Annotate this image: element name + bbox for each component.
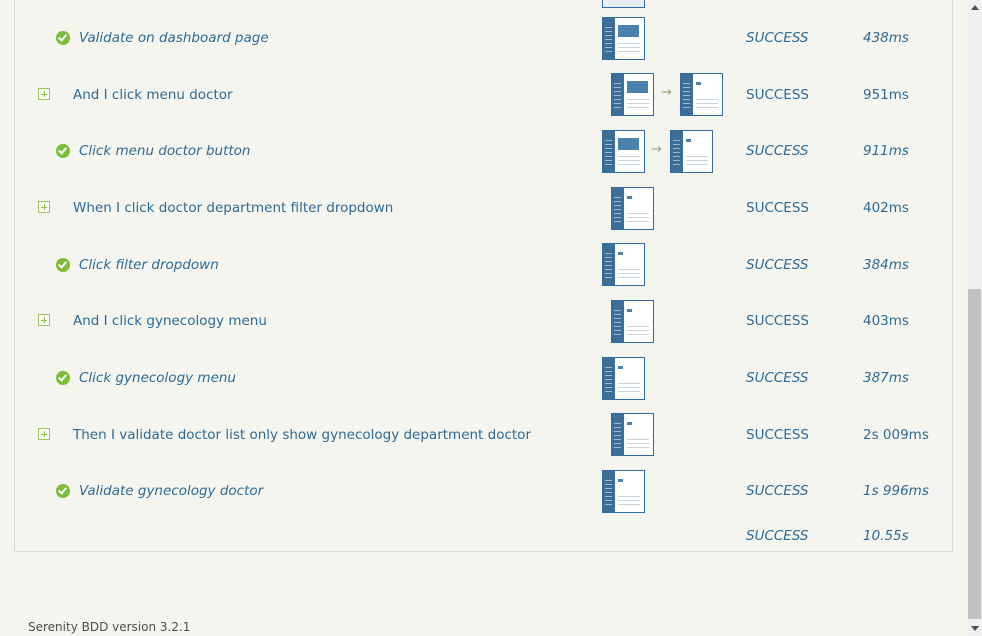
- success-check-icon: [56, 371, 70, 385]
- screenshot-thumbnail-partial[interactable]: [602, 0, 645, 8]
- success-check-icon: [56, 31, 70, 45]
- success-check-icon: [56, 144, 70, 158]
- expand-step-icon[interactable]: [38, 314, 50, 326]
- step-duration: 2s 009ms: [863, 427, 929, 443]
- step-status: SUCCESS: [746, 200, 809, 216]
- step-duration: 403ms: [863, 313, 909, 329]
- total-duration: 10.55s: [863, 528, 909, 544]
- step-duration: 387ms: [863, 370, 909, 386]
- step-label: Then I validate doctor list only show gy…: [73, 427, 531, 443]
- step-status: SUCCESS: [746, 143, 809, 159]
- sub-step-label: Click filter dropdown: [79, 257, 219, 273]
- screenshot-thumbnail[interactable]: [611, 187, 654, 230]
- step-status: SUCCESS: [746, 370, 809, 386]
- sub-step-label: Click menu doctor button: [79, 143, 251, 159]
- step-label: And I click menu doctor: [73, 87, 233, 103]
- step-status: SUCCESS: [746, 30, 809, 46]
- step-status: SUCCESS: [746, 257, 809, 273]
- success-check-icon: [56, 258, 70, 272]
- screenshot-thumbnail[interactable]: [680, 73, 723, 116]
- scrollbar-thumb[interactable]: [968, 289, 981, 619]
- screenshot-thumbnail[interactable]: [611, 413, 654, 456]
- step-duration: 402ms: [863, 200, 909, 216]
- screenshot-thumbnail[interactable]: [602, 17, 645, 60]
- expand-step-icon[interactable]: [38, 428, 50, 440]
- success-check-icon: [56, 484, 70, 498]
- step-label: When I click doctor department filter dr…: [73, 200, 394, 216]
- screenshot-thumbnail[interactable]: [602, 243, 645, 286]
- step-status: SUCCESS: [746, 313, 809, 329]
- step-duration: 951ms: [863, 87, 909, 103]
- screenshot-thumbnail[interactable]: [602, 357, 645, 400]
- arrow-right-icon: →: [651, 142, 662, 157]
- screenshot-thumbnail[interactable]: [611, 300, 654, 343]
- steps-panel: [14, 0, 953, 552]
- sub-step-label: Validate gynecology doctor: [79, 483, 264, 499]
- expand-step-icon[interactable]: [38, 201, 50, 213]
- total-status: SUCCESS: [746, 528, 809, 544]
- sub-step-label: Click gynecology menu: [79, 370, 236, 386]
- step-duration: 438ms: [863, 30, 909, 46]
- step-status: SUCCESS: [746, 87, 809, 103]
- arrow-right-icon: →: [661, 85, 672, 100]
- step-label: And I click gynecology menu: [73, 313, 267, 329]
- step-status: SUCCESS: [746, 427, 809, 443]
- step-duration: 1s 996ms: [863, 483, 929, 499]
- version-footer: Serenity BDD version 3.2.1: [28, 620, 191, 634]
- screenshot-thumbnail[interactable]: [670, 130, 713, 173]
- step-status: SUCCESS: [746, 483, 809, 499]
- sub-step-label: Validate on dashboard page: [79, 30, 269, 46]
- step-duration: 384ms: [863, 257, 909, 273]
- expand-step-icon[interactable]: [38, 88, 50, 100]
- scroll-up-icon[interactable]: [971, 5, 979, 10]
- screenshot-thumbnail[interactable]: [602, 130, 645, 173]
- vertical-scrollbar[interactable]: [967, 0, 982, 636]
- scroll-down-icon[interactable]: [971, 626, 979, 631]
- screenshot-thumbnail[interactable]: [602, 470, 645, 513]
- screenshot-thumbnail[interactable]: [611, 73, 654, 116]
- step-duration: 911ms: [863, 143, 909, 159]
